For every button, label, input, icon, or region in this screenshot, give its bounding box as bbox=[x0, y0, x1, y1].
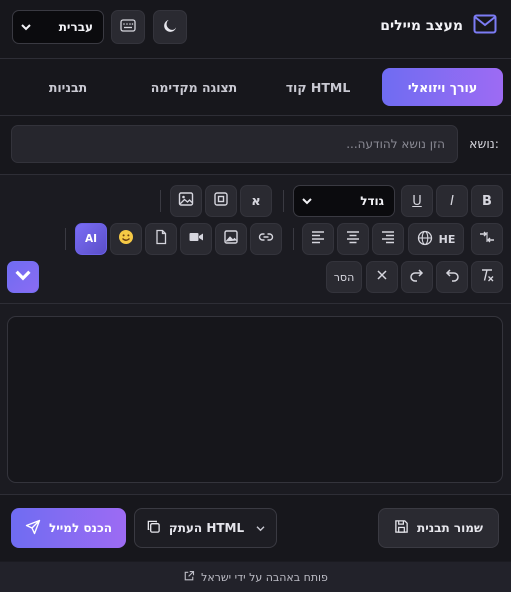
subject-label: נושא: bbox=[469, 136, 499, 151]
redo-button[interactable] bbox=[401, 261, 433, 293]
insert-video-button[interactable] bbox=[180, 223, 212, 255]
close-button[interactable] bbox=[366, 261, 398, 293]
redo-icon bbox=[409, 267, 425, 287]
photo-icon bbox=[223, 229, 239, 249]
align-center-button[interactable] bbox=[337, 223, 369, 255]
italic-button[interactable]: I bbox=[436, 185, 468, 217]
align-left-icon bbox=[310, 229, 326, 249]
external-link-icon[interactable] bbox=[183, 570, 195, 585]
copy-html-button[interactable]: העתק HTML bbox=[134, 508, 277, 548]
undo-button[interactable] bbox=[436, 261, 468, 293]
subject-row: נושא: bbox=[0, 116, 511, 174]
subject-input[interactable] bbox=[11, 125, 458, 163]
app-brand: מעצב מיילים bbox=[380, 14, 497, 37]
chevron-down-icon bbox=[256, 521, 265, 535]
app-title: מעצב מיילים bbox=[380, 17, 463, 34]
language-select[interactable]: עברית bbox=[12, 10, 104, 44]
chevron-down-icon bbox=[21, 20, 31, 34]
language-value: עברית bbox=[58, 20, 93, 34]
email-body-editor[interactable] bbox=[7, 316, 503, 483]
remove-button[interactable]: הסר bbox=[326, 261, 362, 293]
emoji-button[interactable] bbox=[110, 223, 142, 255]
video-icon bbox=[188, 229, 204, 249]
clear-format-icon bbox=[479, 267, 495, 287]
copy-icon bbox=[146, 519, 161, 537]
font-size-value: גודל bbox=[360, 194, 384, 208]
insert-photo-button[interactable] bbox=[215, 223, 247, 255]
expand-toolbar-button[interactable] bbox=[7, 261, 39, 293]
footer-credit: פותח באהבה על ידי ישראל bbox=[0, 562, 511, 592]
send-icon bbox=[25, 519, 41, 538]
view-tabs: עורך ויזואלי קוד HTML תצוגה מקדימה תבניו… bbox=[0, 59, 511, 115]
ai-assist-button[interactable]: AI bbox=[75, 223, 107, 255]
file-icon bbox=[153, 229, 169, 249]
link-icon bbox=[258, 229, 274, 249]
tab-html-code[interactable]: קוד HTML bbox=[266, 68, 370, 106]
align-center-icon bbox=[345, 229, 361, 249]
direction-toggle-button[interactable] bbox=[471, 223, 503, 255]
tab-templates[interactable]: תבניות bbox=[30, 68, 106, 106]
moon-icon bbox=[163, 18, 178, 36]
undo-icon bbox=[444, 267, 460, 287]
align-left-button[interactable] bbox=[302, 223, 334, 255]
insert-image-button[interactable] bbox=[170, 185, 202, 217]
login-mail-button[interactable]: הכנס למייל bbox=[11, 508, 126, 548]
globe-icon bbox=[417, 230, 433, 249]
font-size-select[interactable]: גודל bbox=[293, 185, 395, 217]
keyboard-icon bbox=[120, 19, 136, 35]
insert-link-button[interactable] bbox=[250, 223, 282, 255]
align-right-icon bbox=[380, 229, 396, 249]
keyboard-button[interactable] bbox=[111, 10, 145, 44]
font-family-button[interactable]: א bbox=[240, 185, 272, 217]
action-bar: שמור תבנית העתק HTML הכנס למייל bbox=[0, 495, 511, 561]
mail-icon bbox=[473, 14, 497, 37]
embed-box-button[interactable] bbox=[205, 185, 237, 217]
underline-button[interactable]: U bbox=[401, 185, 433, 217]
credit-text[interactable]: פותח באהבה על ידי ישראל bbox=[201, 571, 328, 584]
format-toolbar: B I U גודל א HE AI הסר bbox=[0, 175, 511, 303]
theme-toggle-button[interactable] bbox=[153, 10, 187, 44]
save-template-button[interactable]: שמור תבנית bbox=[378, 508, 499, 548]
image-icon bbox=[178, 191, 194, 211]
save-icon bbox=[394, 519, 409, 537]
tab-visual-editor[interactable]: עורך ויזואלי bbox=[382, 68, 503, 106]
align-right-button[interactable] bbox=[372, 223, 404, 255]
bold-button[interactable]: B bbox=[471, 185, 503, 217]
emoji-icon bbox=[118, 229, 134, 249]
language-he-button[interactable]: HE bbox=[408, 223, 464, 255]
chevron-down-icon bbox=[302, 194, 312, 208]
clear-format-button[interactable] bbox=[471, 261, 503, 293]
arrows-swap-icon bbox=[479, 229, 495, 249]
tab-preview[interactable]: תצוגה מקדימה bbox=[138, 68, 250, 106]
close-icon bbox=[374, 267, 390, 287]
app-header: מעצב מיילים עברית bbox=[0, 0, 511, 58]
attach-file-button[interactable] bbox=[145, 223, 177, 255]
chevron-down-icon bbox=[15, 267, 31, 287]
square-frame-icon bbox=[213, 191, 229, 211]
